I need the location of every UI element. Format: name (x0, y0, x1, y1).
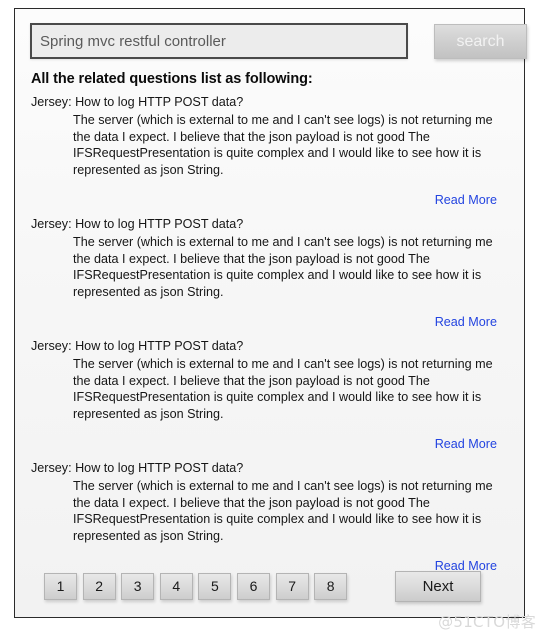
result-title: Jersey: How to log HTTP POST data? (31, 95, 244, 109)
search-bar: search (30, 23, 527, 61)
read-more-link[interactable]: Read More (435, 437, 497, 451)
result-snippet: The server (which is external to me and … (73, 479, 493, 543)
result-snippet: The server (which is external to me and … (73, 357, 493, 421)
app-root: search All the related questions list as… (0, 0, 542, 636)
result-item: Jersey: How to log HTTP POST data? The se… (15, 338, 524, 453)
result-item: Jersey: How to log HTTP POST data? The se… (15, 216, 524, 331)
read-more-link[interactable]: Read More (435, 193, 497, 207)
results-list: Jersey: How to log HTTP POST data? The se… (15, 94, 524, 582)
result-title: Jersey: How to log HTTP POST data? (31, 217, 244, 231)
result-snippet: The server (which is external to me and … (73, 113, 493, 177)
page-button-8[interactable]: 8 (314, 573, 348, 600)
watermark: @51CTO博客 (438, 613, 536, 631)
read-more-link[interactable]: Read More (435, 315, 497, 329)
results-heading: All the related questions list as follow… (31, 71, 313, 87)
read-more-row: Read More (31, 435, 508, 453)
page-button-5[interactable]: 5 (198, 573, 232, 600)
search-input[interactable] (30, 23, 408, 59)
read-more-row: Read More (31, 313, 508, 331)
page-button-7[interactable]: 7 (275, 573, 309, 600)
page-button-3[interactable]: 3 (121, 573, 155, 600)
search-button[interactable]: search (434, 24, 527, 59)
page-frame: search All the related questions list as… (14, 8, 527, 618)
result-title: Jersey: How to log HTTP POST data? (31, 461, 244, 475)
page-button-4[interactable]: 4 (159, 573, 193, 600)
page-button-6[interactable]: 6 (237, 573, 270, 600)
result-item: Jersey: How to log HTTP POST data? The se… (15, 94, 524, 209)
page-button-2[interactable]: 2 (82, 573, 116, 600)
result-title: Jersey: How to log HTTP POST data? (31, 339, 244, 353)
result-snippet: The server (which is external to me and … (73, 235, 493, 299)
read-more-row: Read More (31, 191, 508, 209)
page-button-1[interactable]: 1 (44, 573, 77, 600)
next-page-button[interactable]: Next (395, 571, 481, 602)
result-item: Jersey: How to log HTTP POST data? The se… (15, 460, 524, 575)
pagination: 1 2 3 4 5 6 7 8 Next (30, 565, 511, 605)
